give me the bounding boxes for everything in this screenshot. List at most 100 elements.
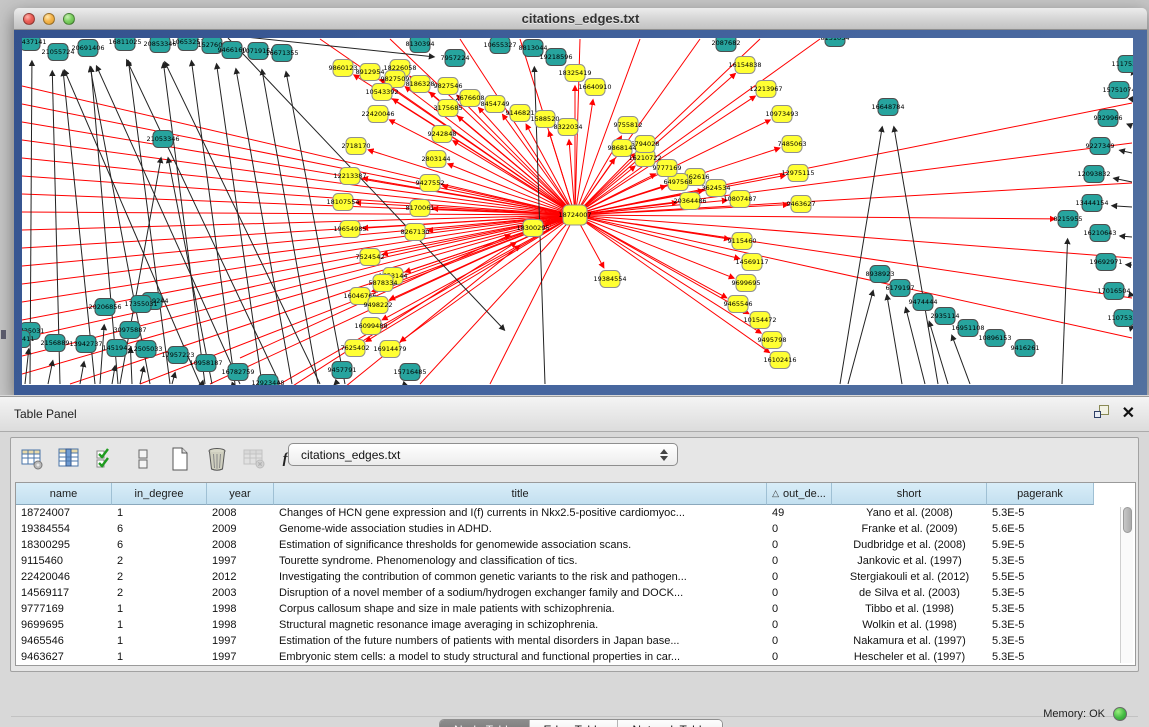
column-header-title[interactable]: title (274, 483, 767, 505)
graph-node[interactable]: 16210643 (1083, 225, 1116, 242)
graph-node[interactable]: 16914479 (373, 341, 406, 358)
citation-edge-black[interactable] (848, 291, 873, 384)
graph-node[interactable]: 19692971 (1089, 254, 1122, 271)
citation-edge-black[interactable] (1120, 150, 1132, 153)
graph-node[interactable]: 10655327 (483, 38, 516, 54)
graph-node[interactable]: 13444154 (1075, 195, 1108, 212)
graph-node[interactable]: 12213387 (333, 168, 366, 185)
citation-edge-red[interactable] (575, 215, 1132, 258)
citation-edge-black[interactable] (163, 63, 205, 384)
citation-edge-red[interactable] (575, 215, 1055, 219)
citation-edge-black[interactable] (191, 61, 235, 384)
citation-edge-black[interactable] (48, 361, 53, 384)
column-header-pagerank[interactable]: pagerank (987, 483, 1094, 505)
delete-table-icon[interactable] (241, 446, 267, 472)
graph-node[interactable]: 8131054 (821, 38, 850, 47)
graph-node[interactable]: 30975887 (113, 322, 146, 339)
window-titlebar[interactable]: citations_edges.txt (14, 8, 1147, 30)
citation-edge-red[interactable] (569, 140, 575, 215)
graph-node[interactable]: 9495798 (758, 332, 787, 349)
graph-node[interactable]: 9227349 (1086, 138, 1115, 155)
column-chooser-icon[interactable] (56, 446, 82, 472)
graph-node[interactable]: 7957224 (441, 50, 470, 67)
citation-edge-black[interactable] (1132, 100, 1133, 102)
graph-node[interactable]: 2718170 (342, 138, 371, 155)
citation-edge-black[interactable] (100, 325, 104, 384)
graph-node[interactable]: 7625402 (341, 340, 370, 357)
graph-node[interactable]: 18325419 (558, 65, 591, 82)
citation-edge-red[interactable] (22, 158, 575, 215)
citation-edge-black[interactable] (202, 381, 203, 384)
citation-edge-red[interactable] (458, 116, 575, 215)
graph-node[interactable]: 2087682 (712, 38, 741, 52)
citation-edge-black[interactable] (906, 308, 925, 384)
column-header-year[interactable]: year (207, 483, 274, 505)
table-row[interactable]: 969969511998Structural magnetic resonanc… (16, 617, 1094, 633)
graph-node[interactable]: 9699695 (732, 275, 761, 292)
citation-edge-black[interactable] (80, 362, 84, 384)
citation-edge-red[interactable] (575, 215, 1132, 338)
column-header-short[interactable]: short (832, 483, 987, 505)
table-selector-dropdown[interactable]: citations_edges.txt (288, 443, 678, 466)
graph-node[interactable]: 2935114 (931, 308, 960, 325)
graph-node[interactable]: 12213967 (749, 81, 782, 98)
select-columns-icon[interactable] (93, 446, 119, 472)
graph-node[interactable]: 14569117 (735, 254, 768, 271)
citation-edge-red[interactable] (22, 104, 575, 215)
column-header-out_de[interactable]: △out_de... (767, 483, 832, 505)
table-row[interactable]: 1872400712008Changes of HCN gene express… (16, 505, 1094, 521)
citation-edge-black[interactable] (952, 335, 970, 384)
graph-node[interactable]: 15751074 (1102, 82, 1133, 99)
citation-edge-black[interactable] (1120, 236, 1132, 237)
graph-node[interactable]: 19384554 (593, 271, 626, 288)
citation-edge-black[interactable] (91, 67, 118, 384)
hub-node[interactable]: 18724007 (558, 205, 591, 225)
graph-node[interactable]: 2803144 (422, 151, 451, 168)
table-row[interactable]: 977716911998Corpus callosum shape and si… (16, 601, 1094, 617)
table-row[interactable]: 2242004622012Investigating the contribut… (16, 569, 1094, 585)
citation-edge-black[interactable] (1112, 206, 1132, 207)
citation-edge-black[interactable] (262, 70, 318, 384)
graph-node[interactable]: 9242848 (428, 126, 457, 143)
table-row[interactable]: 1456911722003Disruption of a novel membe… (16, 585, 1094, 601)
node-table[interactable]: namein_degreeyeartitle△out_de...shortpag… (15, 482, 1136, 666)
graph-node[interactable]: 21055724 (41, 44, 74, 61)
graph-node[interactable]: 16648784 (871, 99, 904, 116)
float-panel-icon[interactable] (1094, 405, 1112, 422)
graph-node[interactable]: 12975115 (781, 165, 814, 182)
graph-node[interactable]: 9827546 (434, 78, 463, 95)
graph-node[interactable]: 9115460 (728, 233, 757, 250)
graph-node[interactable]: 9416261 (1011, 340, 1040, 357)
citation-edge-red[interactable] (575, 215, 749, 314)
graph-node[interactable]: 9465546 (724, 296, 753, 313)
scrollbar-thumb[interactable] (1123, 507, 1132, 533)
citation-edge-red[interactable] (575, 215, 734, 278)
graph-node[interactable]: 15716485 (393, 364, 426, 381)
rows-icon[interactable] (130, 446, 156, 472)
graph-node[interactable]: 12093832 (1077, 166, 1110, 183)
graph-node[interactable]: 20691406 (71, 40, 104, 57)
table-row[interactable]: 911546021997Tourette syndrome. Phenomeno… (16, 553, 1094, 569)
close-panel-icon[interactable]: ✕ (1122, 406, 1135, 422)
citation-edge-black[interactable] (1127, 124, 1132, 126)
network-canvas[interactable]: 1872400723437141210557242069140616811025… (22, 38, 1133, 385)
graph-node[interactable]: 16102416 (763, 352, 796, 369)
graph-node[interactable]: 18107554 (326, 194, 359, 211)
graph-node[interactable]: 16154838 (728, 57, 761, 74)
memory-status-indicator[interactable] (1113, 707, 1127, 721)
graph-node[interactable]: 16640910 (578, 79, 611, 96)
citation-edge-black[interactable] (130, 348, 132, 384)
graph-node[interactable]: 2156889 (41, 335, 70, 352)
citation-edge-black[interactable] (231, 384, 234, 385)
table-header-row[interactable]: namein_degreeyeartitle△out_de...shortpag… (16, 483, 1094, 505)
graph-node[interactable]: 7485063 (778, 136, 807, 153)
citation-edge-red[interactable] (575, 215, 1132, 298)
graph-node[interactable]: 9463627 (787, 196, 816, 213)
table-row[interactable]: 946554611997Estimation of the future num… (16, 633, 1094, 649)
citation-edge-red[interactable] (575, 39, 820, 215)
citation-edge-black[interactable] (1114, 178, 1132, 182)
citation-edge-black[interactable] (334, 384, 335, 385)
graph-node[interactable]: 10896153 (978, 330, 1011, 347)
graph-node[interactable]: 13942737 (69, 336, 102, 353)
graph-node[interactable]: 8130394 (406, 38, 435, 53)
